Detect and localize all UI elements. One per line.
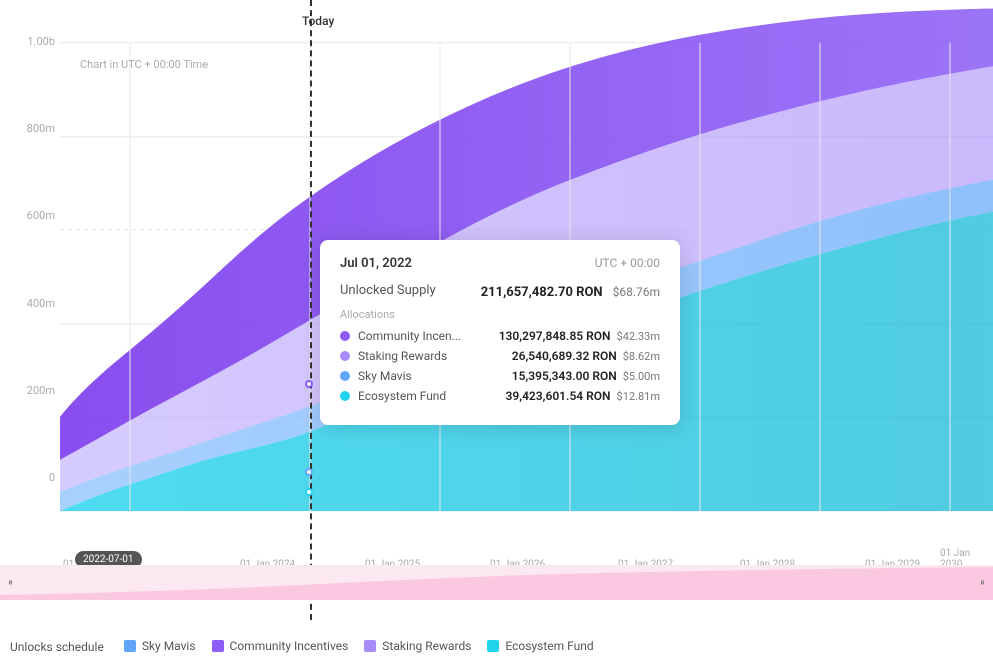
tooltip-supply-ron: 211,657,482.70 RON [481,285,603,300]
legend-color-2 [364,640,376,652]
y-label-400m: 400m [27,297,55,310]
tooltip-dot-3 [340,391,350,401]
tooltip-rows-container: Community Incen... 130,297,848.85 RON $4… [340,329,660,403]
tooltip-usd-3: $12.81m [617,390,660,403]
mini-chart[interactable]: ⏸ ⏸ [0,565,993,600]
tooltip-row: Sky Mavis 15,395,343.00 RON $5.00m [340,369,660,383]
mini-pause-right[interactable]: ⏸ [980,577,985,588]
legend-name-3: Ecosystem Fund [505,639,593,653]
tooltip-timezone: UTC + 00:00 [595,256,660,271]
legend-color-0 [124,640,136,652]
chart-container: 1.00b 800m 600m 400m 200m 0 Chart in UTC… [0,0,993,620]
tooltip-row-name-3: Ecosystem Fund [358,389,446,403]
tooltip-ron-2: 15,395,343.00 RON [512,369,617,383]
mini-pause-left[interactable]: ⏸ [8,577,13,588]
tooltip-header: Jul 01, 2022 UTC + 00:00 [340,256,660,271]
data-point-cyan [305,488,313,496]
tooltip-dot-0 [340,331,350,341]
tooltip-date: Jul 01, 2022 [340,256,412,271]
tooltip-row-name-2: Sky Mavis [358,369,412,383]
legend-item-3: Ecosystem Fund [487,639,593,653]
tooltip-row: Staking Rewards 26,540,689.32 RON $8.62m [340,349,660,363]
legend-color-3 [487,640,499,652]
tooltip: Jul 01, 2022 UTC + 00:00 Unlocked Supply… [320,240,680,425]
data-point-blue [305,468,313,476]
y-label-800m: 800m [27,122,55,135]
legend-name-1: Community Incentives [230,639,349,653]
tooltip-usd-1: $8.62m [623,350,660,363]
legend-item-0: Sky Mavis [124,639,196,653]
legend-name-0: Sky Mavis [142,639,196,653]
tooltip-ron-1: 26,540,689.32 RON [512,349,617,363]
today-line [310,0,312,620]
tooltip-supply-label: Unlocked Supply [340,283,436,298]
y-label-200m: 200m [27,384,55,397]
mini-chart-svg [0,565,993,600]
today-label: Today [302,14,334,28]
tooltip-row-name-0: Community Incen... [358,329,461,343]
y-label-600m: 600m [27,209,55,222]
legend-schedule-label: Unlocks schedule [10,640,104,654]
y-label-1b: 1.00b [27,35,55,48]
tooltip-row-name-1: Staking Rewards [358,349,447,363]
data-point-purple [305,380,313,388]
tooltip-dot-2 [340,371,350,381]
tooltip-row: Community Incen... 130,297,848.85 RON $4… [340,329,660,343]
legend-item-2: Staking Rewards [364,639,471,653]
tooltip-ron-3: 39,423,601.54 RON [506,389,611,403]
legend: Unlocks schedule Sky Mavis Community Inc… [0,635,993,659]
tooltip-usd-0: $42.33m [617,330,660,343]
tooltip-row: Ecosystem Fund 39,423,601.54 RON $12.81m [340,389,660,403]
legend-item-1: Community Incentives [212,639,349,653]
tooltip-dot-1 [340,351,350,361]
tooltip-supply-row: Unlocked Supply 211,657,482.70 RON $68.7… [340,281,660,300]
tooltip-ron-0: 130,297,848.85 RON [499,329,611,343]
tooltip-supply-usd: $68.76m [613,285,660,299]
y-label-0: 0 [49,471,55,484]
legend-items-container: Sky Mavis Community Incentives Staking R… [124,639,610,655]
tooltip-usd-2: $5.00m [623,370,660,383]
chart-subtitle: Chart in UTC + 00:00 Time [80,58,208,71]
legend-name-2: Staking Rewards [382,639,471,653]
legend-color-1 [212,640,224,652]
legend-schedule: Unlocks schedule [10,640,104,654]
tooltip-allocations-label: Allocations [340,308,660,321]
